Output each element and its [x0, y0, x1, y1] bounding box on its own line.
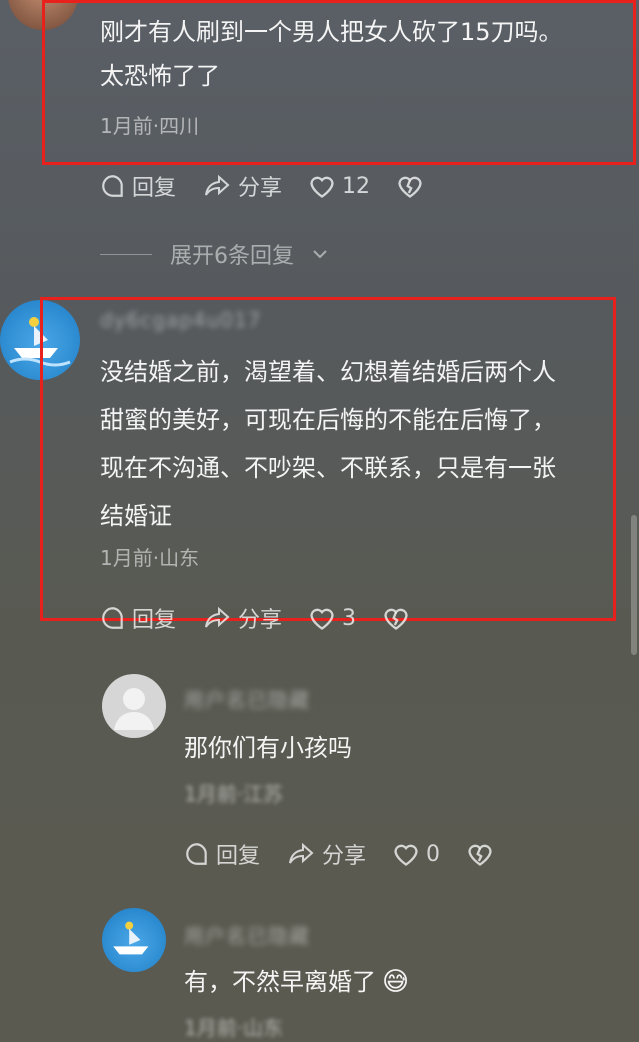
reply-button[interactable]: 回复 — [184, 838, 260, 870]
like-button[interactable]: 0 — [392, 841, 440, 867]
share-arrow-icon — [205, 174, 230, 196]
heart-icon — [310, 176, 334, 198]
divider — [100, 253, 152, 255]
highlight-box — [40, 297, 616, 621]
broken-heart-icon — [398, 176, 422, 198]
paper-boat-icon — [113, 921, 149, 955]
share-label: 分享 — [238, 608, 283, 633]
like-button[interactable]: 3 — [308, 605, 356, 631]
comment-bubble-icon — [102, 607, 123, 629]
reply-button[interactable]: 回复 — [100, 602, 176, 634]
default-user-icon — [114, 688, 154, 730]
chevron-down-icon — [313, 250, 327, 259]
reply-meta: 1月前·江苏 — [184, 782, 284, 806]
dislike-button[interactable] — [382, 605, 410, 631]
share-button[interactable]: 分享 — [202, 602, 282, 634]
reply-meta: 1月前·山东 — [184, 1016, 284, 1040]
like-count: 12 — [342, 173, 371, 199]
heart-icon — [310, 608, 334, 630]
share-button[interactable]: 分享 — [286, 838, 366, 870]
avatar[interactable] — [102, 908, 166, 972]
reply-text-content: 有，不然早离婚了 — [184, 968, 376, 996]
comment-actions: 回复 分享 3 — [100, 602, 410, 634]
share-label: 分享 — [238, 176, 283, 201]
reply-text: 那你们有小孩吗 — [184, 734, 352, 762]
comment-actions: 回复 分享 12 — [100, 170, 424, 202]
broken-heart-icon — [468, 844, 492, 866]
expand-replies[interactable]: 展开6条回复 — [100, 238, 328, 270]
avatar[interactable] — [102, 674, 166, 738]
highlight-box — [42, 0, 636, 165]
reply-text: 有，不然早离婚了 😅 — [184, 964, 409, 1000]
reply-label: 回复 — [132, 176, 177, 201]
broken-heart-icon — [384, 608, 408, 630]
reply-button[interactable]: 回复 — [100, 170, 176, 202]
share-arrow-icon — [205, 606, 230, 628]
dislike-button[interactable] — [396, 173, 424, 199]
like-count: 0 — [426, 841, 441, 867]
comment-bubble-icon — [102, 175, 123, 197]
scrollbar[interactable] — [631, 515, 637, 655]
reply-actions: 回复 分享 0 — [184, 838, 494, 870]
username[interactable]: 用户名已隐藏 — [184, 920, 310, 949]
like-count: 3 — [342, 605, 357, 631]
username[interactable]: 用户名已隐藏 — [184, 684, 310, 713]
share-button[interactable]: 分享 — [202, 170, 282, 202]
comment-bubble-icon — [186, 843, 207, 865]
share-arrow-icon — [289, 842, 314, 864]
reply-label: 回复 — [132, 608, 177, 633]
dislike-button[interactable] — [466, 841, 494, 867]
expand-replies-label: 展开6条回复 — [170, 244, 294, 269]
heart-icon — [394, 844, 418, 866]
like-button[interactable]: 12 — [308, 173, 370, 199]
reply-label: 回复 — [216, 844, 261, 869]
share-label: 分享 — [322, 844, 367, 869]
grinning-sweat-emoji-icon: 😅 — [382, 967, 410, 997]
